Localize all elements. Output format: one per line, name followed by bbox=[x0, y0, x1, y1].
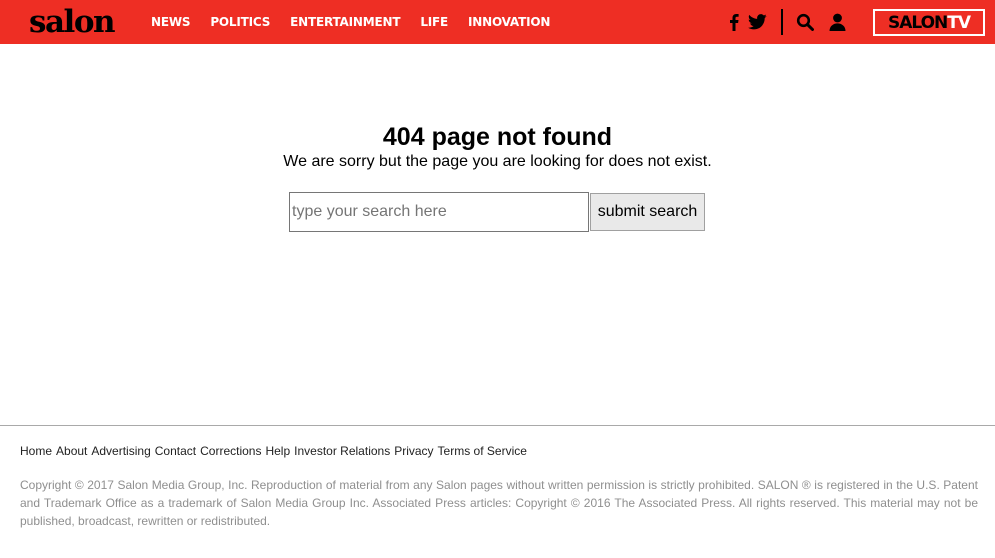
footer-link-privacy[interactable]: Privacy bbox=[394, 444, 433, 458]
submit-search-button[interactable]: submit search bbox=[590, 193, 705, 231]
footer-link-help[interactable]: Help bbox=[265, 444, 290, 458]
facebook-icon[interactable] bbox=[725, 12, 743, 32]
nav-politics[interactable]: POLITICS bbox=[210, 15, 270, 29]
page-title: 404 page not found bbox=[382, 123, 613, 151]
nav-life[interactable]: LIFE bbox=[420, 15, 448, 29]
salontv-label-tv: TV bbox=[947, 12, 971, 33]
twitter-icon[interactable] bbox=[745, 12, 769, 32]
nav-innovation[interactable]: INNOVATION bbox=[468, 15, 550, 29]
main-nav: NEWS POLITICS ENTERTAINMENT LIFE INNOVAT… bbox=[151, 0, 550, 44]
footer-link-contact[interactable]: Contact bbox=[155, 444, 196, 458]
search-input[interactable] bbox=[289, 192, 589, 232]
footer-link-investor-relations[interactable]: Investor Relations bbox=[294, 444, 390, 458]
footer-link-about[interactable]: About bbox=[56, 444, 87, 458]
header-divider bbox=[781, 9, 783, 35]
site-header: salon NEWS POLITICS ENTERTAINMENT LIFE I… bbox=[0, 0, 995, 44]
footer-divider bbox=[0, 425, 995, 426]
search-icon[interactable] bbox=[793, 12, 817, 32]
footer-link-advertising[interactable]: Advertising bbox=[91, 444, 150, 458]
footer-link-corrections[interactable]: Corrections bbox=[200, 444, 261, 458]
copyright-text: Copyright © 2017 Salon Media Group, Inc.… bbox=[20, 478, 978, 528]
nav-entertainment[interactable]: ENTERTAINMENT bbox=[290, 15, 400, 29]
salon-logo[interactable]: salon bbox=[29, 3, 116, 41]
user-icon[interactable] bbox=[825, 12, 849, 32]
footer-link-terms[interactable]: Terms of Service bbox=[438, 444, 527, 458]
salontv-button[interactable]: SALON TV bbox=[873, 9, 985, 36]
footer-links: Home About Advertising Contact Correctio… bbox=[20, 444, 531, 458]
page-subtitle: We are sorry but the page you are lookin… bbox=[283, 153, 712, 170]
nav-news[interactable]: NEWS bbox=[151, 15, 191, 29]
footer-link-home[interactable]: Home bbox=[20, 444, 52, 458]
salontv-label-salon: SALON bbox=[887, 12, 948, 33]
header-icons bbox=[725, 0, 849, 44]
